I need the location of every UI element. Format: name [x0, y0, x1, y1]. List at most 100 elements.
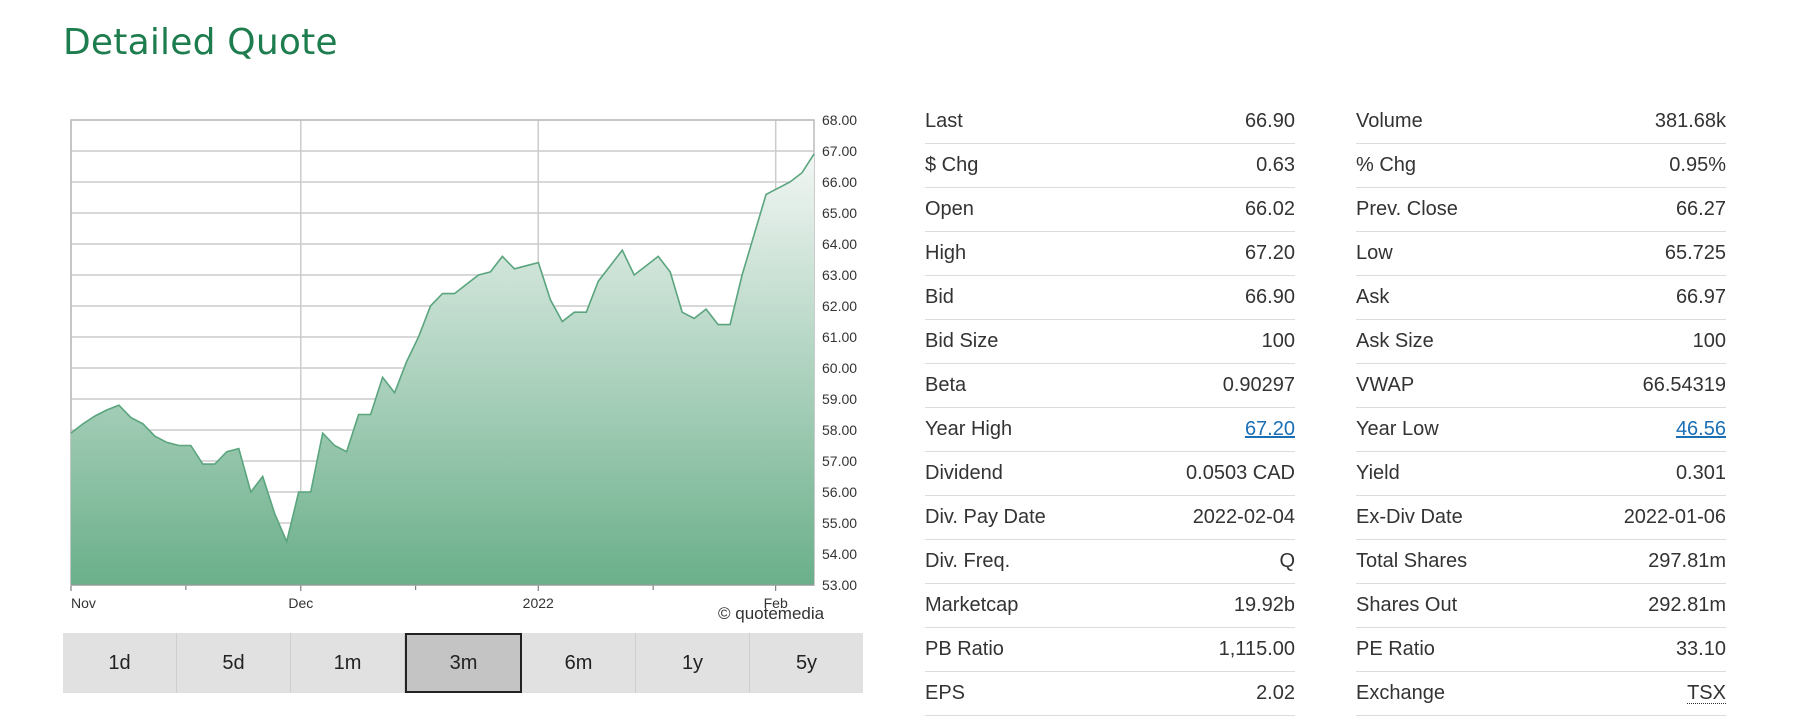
quote-label: % Chg: [1356, 154, 1417, 176]
y-tick-label: 66.00: [822, 174, 857, 190]
quote-value: 2022-01-06: [1623, 506, 1726, 528]
quote-row: Exchange TSX: [1356, 672, 1726, 716]
quote-label: PE Ratio: [1356, 638, 1435, 660]
quote-row: Low 65.725: [1356, 232, 1726, 276]
y-tick-label: 53.00: [822, 577, 857, 593]
range-button-5y[interactable]: 5y: [750, 633, 863, 693]
quote-value-link[interactable]: 46.56: [1676, 418, 1726, 440]
quote-value: 67.20: [1245, 418, 1295, 441]
price-chart-svg: 68.00 67.00 66.00 65.00 64.00 63.00 62.00 61.00…: [70, 112, 857, 611]
range-button-1d[interactable]: 1d: [63, 633, 177, 693]
range-button-5d[interactable]: 5d: [177, 633, 291, 693]
quote-row: Ask 66.97: [1356, 276, 1726, 320]
quote-table-left: Last 66.90 $ Chg 0.63 Open 66.02 High 67.20 Bid 6…: [925, 100, 1295, 716]
quote-value: 65.725: [1664, 242, 1726, 264]
quote-value: 66.54319: [1642, 374, 1726, 396]
quote-value: 1,115.00: [1218, 638, 1295, 660]
quote-label: Yield: [1356, 462, 1400, 484]
y-tick-label: 55.00: [822, 515, 857, 531]
y-tick-label: 58.00: [822, 422, 857, 438]
range-button-1m[interactable]: 1m: [291, 633, 405, 693]
quote-row: Year Low 46.56: [1356, 408, 1726, 452]
quote-label: Div. Pay Date: [925, 506, 1046, 528]
quote-row: VWAP 66.54319: [1356, 364, 1726, 408]
quote-label: Open: [925, 198, 974, 220]
y-tick-label: 68.00: [822, 112, 857, 128]
quote-label: Low: [1356, 242, 1393, 264]
quote-label: Bid Size: [925, 330, 999, 352]
range-button-6m[interactable]: 6m: [522, 633, 636, 693]
quote-value: 0.90297: [1222, 374, 1295, 396]
quote-value: 2.02: [1256, 682, 1295, 704]
quote-table-right: Volume 381.68k % Chg 0.95% Prev. Close 66.27 L…: [1356, 100, 1726, 716]
y-tick-label: 63.00: [822, 267, 857, 283]
quote-label: Year Low: [1356, 418, 1439, 440]
quote-label: Exchange: [1356, 682, 1445, 704]
quote-label: Marketcap: [925, 594, 1019, 616]
quote-row: PE Ratio 33.10: [1356, 628, 1726, 672]
quote-row: % Chg 0.95%: [1356, 144, 1726, 188]
quote-label: Bid: [925, 286, 954, 308]
quote-row: Ask Size 100: [1356, 320, 1726, 364]
quote-value-link[interactable]: 67.20: [1245, 418, 1295, 440]
y-tick-label: 65.00: [822, 205, 857, 221]
y-tick-label: 59.00: [822, 391, 857, 407]
quote-label: VWAP: [1356, 374, 1415, 396]
y-tick-label: 61.00: [822, 329, 857, 345]
quote-label: Beta: [925, 374, 967, 396]
quote-row: Bid 66.90: [925, 276, 1295, 320]
y-tick-label: 64.00: [822, 236, 857, 252]
x-tick-label: Dec: [288, 595, 313, 611]
price-area: [71, 154, 814, 585]
quote-label: Total Shares: [1356, 550, 1468, 572]
chart-credit: © quotemedia: [718, 604, 825, 623]
quote-row: PB Ratio 1,115.00: [925, 628, 1295, 672]
quote-value: 0.0503 CAD: [1186, 462, 1295, 484]
quote-label: Year High: [925, 418, 1013, 440]
quote-label: Shares Out: [1356, 594, 1458, 616]
y-tick-label: 54.00: [822, 546, 857, 562]
y-tick-label: 60.00: [822, 360, 857, 376]
quote-row: Yield 0.301: [1356, 452, 1726, 496]
range-button-3m[interactable]: 3m: [405, 633, 522, 693]
quote-value: 297.81m: [1648, 550, 1726, 572]
quote-label: Div. Freq.: [925, 550, 1011, 572]
quote-label: Last: [925, 110, 963, 132]
quote-row: Total Shares 297.81m: [1356, 540, 1726, 584]
quote-row: Bid Size 100: [925, 320, 1295, 364]
quote-row: Shares Out 292.81m: [1356, 584, 1726, 628]
quote-label: Prev. Close: [1356, 198, 1458, 220]
quote-row: Open 66.02: [925, 188, 1295, 232]
quote-row: Marketcap 19.92b: [925, 584, 1295, 628]
quote-label: EPS: [925, 682, 966, 704]
x-tick-label: Nov: [71, 595, 96, 611]
range-selector: 1d 5d 1m 3m 6m 1y 5y: [63, 633, 863, 693]
quote-value: 66.90: [1244, 286, 1295, 308]
quote-row: Div. Freq. Q: [925, 540, 1295, 584]
quote-label: Volume: [1356, 110, 1423, 132]
quote-value: 19.92b: [1233, 594, 1295, 616]
quote-value: 292.81m: [1648, 594, 1726, 616]
quote-row: Year High 67.20: [925, 408, 1295, 452]
quote-value: 66.02: [1244, 198, 1295, 220]
range-button-1y[interactable]: 1y: [636, 633, 750, 693]
quote-row: High 67.20: [925, 232, 1295, 276]
x-tick-label: 2022: [523, 595, 554, 611]
quote-value: 0.63: [1256, 154, 1295, 176]
quote-row: Last 66.90: [925, 100, 1295, 144]
quote-row: Prev. Close 66.27: [1356, 188, 1726, 232]
quote-label: Ex-Div Date: [1356, 506, 1463, 528]
quote-row: $ Chg 0.63: [925, 144, 1295, 188]
quote-row: Ex-Div Date 2022-01-06: [1356, 496, 1726, 540]
quote-value: 0.95%: [1669, 154, 1726, 176]
quote-label: $ Chg: [925, 154, 979, 176]
quote-label: Ask: [1356, 286, 1390, 308]
quote-value: 66.27: [1675, 198, 1726, 220]
quote-value: 100: [1261, 330, 1295, 352]
quote-value: 381.68k: [1654, 110, 1726, 132]
quote-label: High: [925, 242, 967, 264]
quote-value: Q: [1279, 550, 1295, 572]
quote-row: EPS 2.02: [925, 672, 1295, 716]
quote-value: 46.56: [1676, 418, 1726, 441]
quote-label: Ask Size: [1356, 330, 1434, 352]
